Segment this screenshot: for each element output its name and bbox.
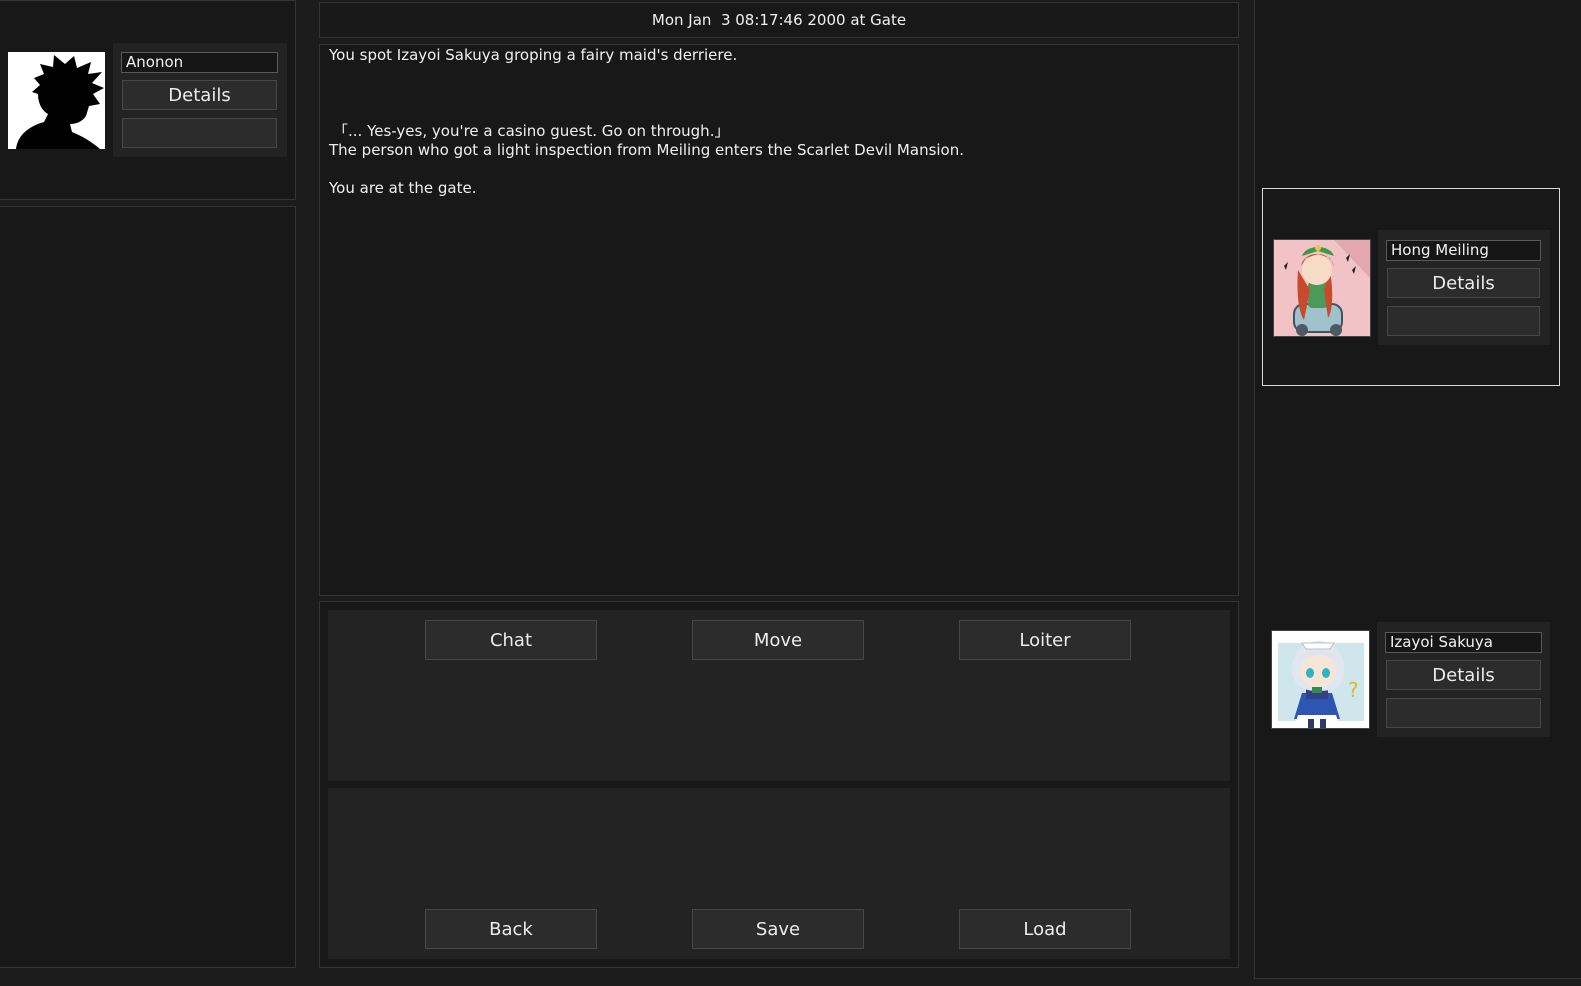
player-details-button[interactable]: Details (122, 80, 277, 110)
save-button[interactable]: Save (692, 909, 864, 949)
log-line: The person who got a light inspection fr… (329, 141, 965, 159)
player-info-panel (0, 206, 296, 968)
log-line: You are at the gate. (329, 179, 477, 197)
npc-name-field: Hong Meiling (1386, 240, 1541, 261)
npc-column (1254, 0, 1581, 979)
npc-details-button[interactable]: Details (1387, 268, 1540, 298)
log-line: You spot Izayoi Sakuya groping a fairy m… (329, 46, 738, 64)
npc-portrait: ? (1271, 630, 1370, 729)
player-extra-button[interactable] (122, 118, 277, 148)
chat-button[interactable]: Chat (425, 620, 597, 660)
message-log: You spot Izayoi Sakuya groping a fairy m… (319, 44, 1239, 596)
log-line: 「... Yes-yes, you're a casino guest. Go … (333, 122, 730, 140)
player-portrait (8, 52, 105, 149)
datetime-bar: Mon Jan 3 08:17:46 2000 at Gate (319, 2, 1239, 38)
hong-meiling-portrait (1274, 240, 1370, 336)
silhouette-icon (16, 55, 104, 149)
player-name-field: Anonon (121, 52, 278, 73)
izayoi-sakuya-portrait: ? (1272, 631, 1369, 728)
npc-details-button[interactable]: Details (1386, 660, 1541, 690)
load-button[interactable]: Load (959, 909, 1131, 949)
npc-portrait (1273, 239, 1371, 337)
back-button[interactable]: Back (425, 909, 597, 949)
npc-name-field: Izayoi Sakuya (1385, 632, 1542, 653)
npc-extra-button[interactable] (1387, 306, 1540, 336)
npc-extra-button[interactable] (1386, 698, 1541, 728)
datetime-location-text: Mon Jan 3 08:17:46 2000 at Gate (651, 11, 907, 29)
loiter-button[interactable]: Loiter (959, 620, 1131, 660)
move-button[interactable]: Move (692, 620, 864, 660)
svg-text:?: ? (1348, 678, 1359, 702)
